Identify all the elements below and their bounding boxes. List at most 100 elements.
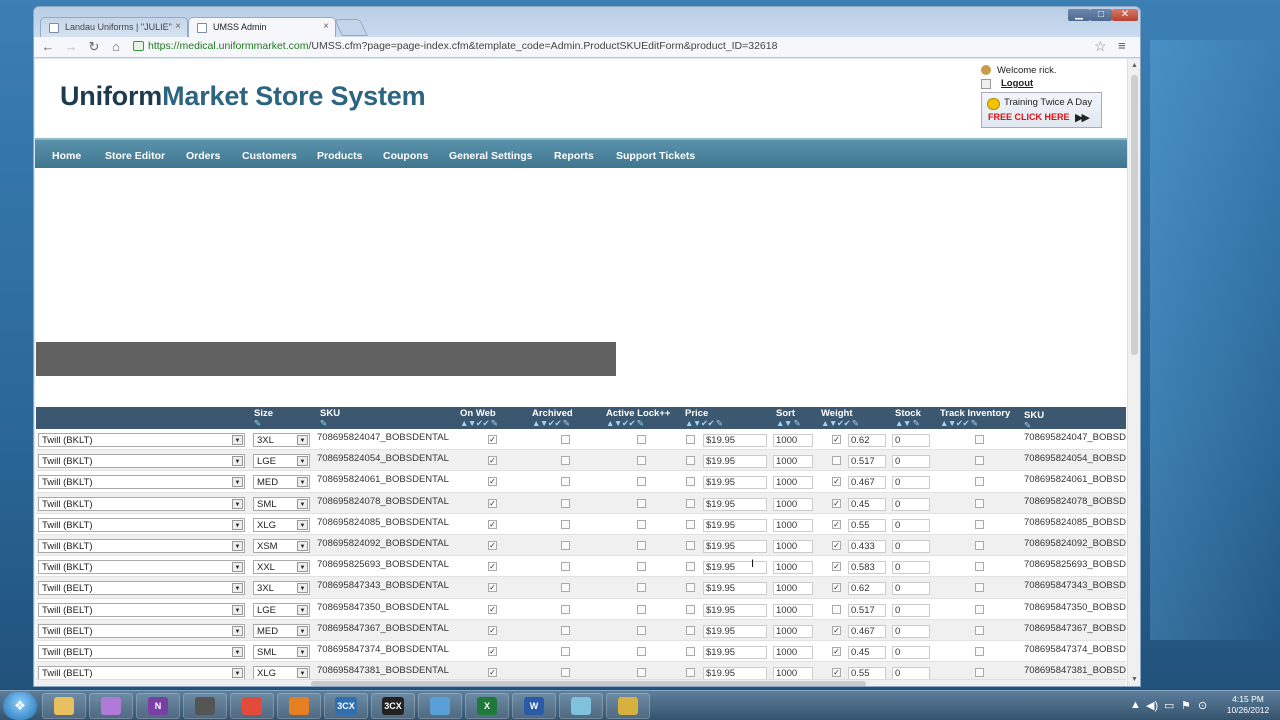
chevron-down-icon[interactable]: ▼ (232, 562, 243, 573)
price-input[interactable]: $19.95 (703, 476, 767, 490)
price-input[interactable]: $19.95 (703, 455, 767, 469)
price-override-checkbox[interactable] (686, 583, 695, 593)
nav-support-tickets[interactable]: Support Tickets (616, 150, 695, 162)
weight-override-checkbox[interactable] (832, 456, 841, 466)
home-icon[interactable]: ⌂ (107, 39, 125, 55)
color-select[interactable]: Twill (BKLT) ▼ (38, 560, 245, 575)
archived-checkbox[interactable] (561, 583, 570, 593)
tab-landau-uniforms[interactable]: Landau Uniforms | "JULIE" × (40, 17, 188, 38)
sort-input[interactable]: 1000 (773, 561, 813, 575)
chevron-down-icon[interactable]: ▼ (232, 435, 243, 445)
price-input[interactable]: $19.95 (703, 582, 767, 596)
chevron-down-icon[interactable]: ▼ (232, 519, 243, 530)
track-inventory-checkbox[interactable] (975, 583, 984, 593)
on-web-checkbox[interactable]: ✓ (488, 562, 497, 572)
tab-umss-admin[interactable]: UMSS Admin × (188, 17, 336, 38)
archived-checkbox[interactable] (561, 541, 570, 550)
chevron-down-icon[interactable]: ▼ (297, 456, 308, 467)
chevron-down-icon[interactable]: ▼ (232, 456, 243, 467)
menu-icon[interactable]: ≡ (1118, 38, 1126, 53)
stock-input[interactable]: 0 (892, 582, 930, 596)
chevron-down-icon[interactable]: ▼ (297, 477, 308, 488)
on-web-checkbox[interactable]: ✓ (488, 583, 497, 593)
chevron-down-icon[interactable]: ▼ (232, 668, 243, 679)
reload-icon[interactable]: ↻ (85, 39, 103, 55)
price-override-checkbox[interactable] (686, 498, 695, 508)
taskbar-firefox-icon[interactable] (277, 693, 321, 719)
taskbar-remote-icon[interactable] (418, 693, 462, 719)
close-icon[interactable]: × (323, 21, 329, 32)
chevron-down-icon[interactable]: ▼ (297, 668, 308, 679)
size-select[interactable]: MED ▼ (253, 475, 310, 490)
tray-arrow-icon[interactable]: ▲ (1130, 699, 1141, 711)
price-override-checkbox[interactable] (686, 541, 695, 550)
stock-input[interactable]: 0 (892, 561, 930, 575)
weight-override-checkbox[interactable]: ✓ (832, 647, 841, 656)
weight-input[interactable]: 0.45 (848, 646, 886, 659)
price-override-checkbox[interactable] (686, 604, 695, 614)
on-web-checkbox[interactable]: ✓ (488, 647, 497, 656)
chevron-down-icon[interactable]: ▼ (232, 498, 243, 509)
sort-input[interactable]: 1000 (773, 646, 813, 659)
back-arrow-icon[interactable]: ← (39, 39, 57, 55)
taskbar-word-icon[interactable]: W (512, 693, 556, 719)
track-inventory-checkbox[interactable] (975, 625, 984, 635)
chevron-down-icon[interactable]: ▼ (297, 625, 308, 636)
archived-checkbox[interactable] (561, 562, 570, 572)
weight-input[interactable]: 0.583 (848, 561, 886, 575)
sort-check-icons[interactable]: ▲▼✔✔ ✎ (606, 418, 644, 429)
archived-checkbox[interactable] (561, 456, 570, 466)
chevron-down-icon[interactable]: ▼ (297, 541, 308, 551)
chevron-down-icon[interactable]: ▼ (297, 647, 308, 657)
color-select[interactable]: Twill (BKLT) ▼ (38, 475, 245, 490)
active-lock-checkbox[interactable] (637, 477, 646, 487)
price-override-checkbox[interactable] (686, 625, 695, 635)
color-select[interactable]: Twill (BKLT) ▼ (38, 517, 245, 532)
sort-input[interactable]: 1000 (773, 497, 813, 511)
price-input[interactable]: $19.95 (703, 434, 767, 447)
price-input[interactable]: $19.95 (703, 497, 767, 511)
on-web-checkbox[interactable]: ✓ (488, 519, 497, 529)
size-select[interactable]: XXL ▼ (253, 560, 310, 575)
archived-checkbox[interactable] (561, 519, 570, 529)
vertical-scrollbar[interactable]: ▲ ▼ (1127, 59, 1140, 686)
weight-override-checkbox[interactable]: ✓ (832, 477, 841, 487)
new-tab-button[interactable] (334, 19, 368, 36)
color-select[interactable]: Twill (BELT) ▼ (38, 581, 245, 596)
forward-arrow-icon[interactable]: → (62, 39, 80, 55)
maximize-button[interactable]: □ (1090, 9, 1112, 21)
archived-checkbox[interactable] (561, 498, 570, 508)
size-select[interactable]: LGE ▼ (253, 454, 310, 469)
clock[interactable]: 4:15 PM 10/26/2012 (1220, 694, 1276, 716)
taskbar-onenote-icon[interactable]: N (136, 693, 180, 719)
taskbar-explorer-icon[interactable] (42, 693, 86, 719)
sort-check-icons[interactable]: ▲▼✔✔ ✎ (532, 418, 570, 429)
weight-override-checkbox[interactable]: ✓ (832, 498, 841, 508)
nav-customers[interactable]: Customers (242, 150, 297, 162)
address-bar[interactable]: https://medical.uniformmarket.com/UMSS.c… (130, 38, 1110, 56)
size-select[interactable]: SML ▼ (253, 496, 310, 511)
track-inventory-checkbox[interactable] (975, 435, 984, 444)
weight-override-checkbox[interactable]: ✓ (832, 668, 841, 678)
color-select[interactable]: Twill (BKLT) ▼ (38, 496, 245, 511)
active-lock-checkbox[interactable] (637, 583, 646, 593)
taskbar-excel-icon[interactable]: X (465, 693, 509, 719)
chevron-down-icon[interactable]: ▼ (232, 477, 243, 488)
active-lock-checkbox[interactable] (637, 625, 646, 635)
chevron-down-icon[interactable]: ▼ (232, 583, 243, 594)
taskbar-chrome-icon[interactable] (230, 693, 274, 719)
stock-input[interactable]: 0 (892, 497, 930, 511)
color-select[interactable]: Twill (BELT) ▼ (38, 645, 245, 659)
bookmark-star-icon[interactable]: ☆ (1094, 38, 1107, 55)
color-select[interactable]: Twill (BKLT) ▼ (38, 454, 245, 469)
active-lock-checkbox[interactable] (637, 519, 646, 529)
stock-input[interactable]: 0 (892, 540, 930, 553)
on-web-checkbox[interactable]: ✓ (488, 498, 497, 508)
sort-input[interactable]: 1000 (773, 603, 813, 617)
start-button[interactable]: ❖ (3, 692, 37, 720)
active-lock-checkbox[interactable] (637, 541, 646, 550)
chevron-down-icon[interactable]: ▼ (232, 625, 243, 636)
size-select[interactable]: XSM ▼ (253, 539, 310, 553)
price-input[interactable]: $19.95 (703, 624, 767, 638)
price-override-checkbox[interactable] (686, 477, 695, 487)
